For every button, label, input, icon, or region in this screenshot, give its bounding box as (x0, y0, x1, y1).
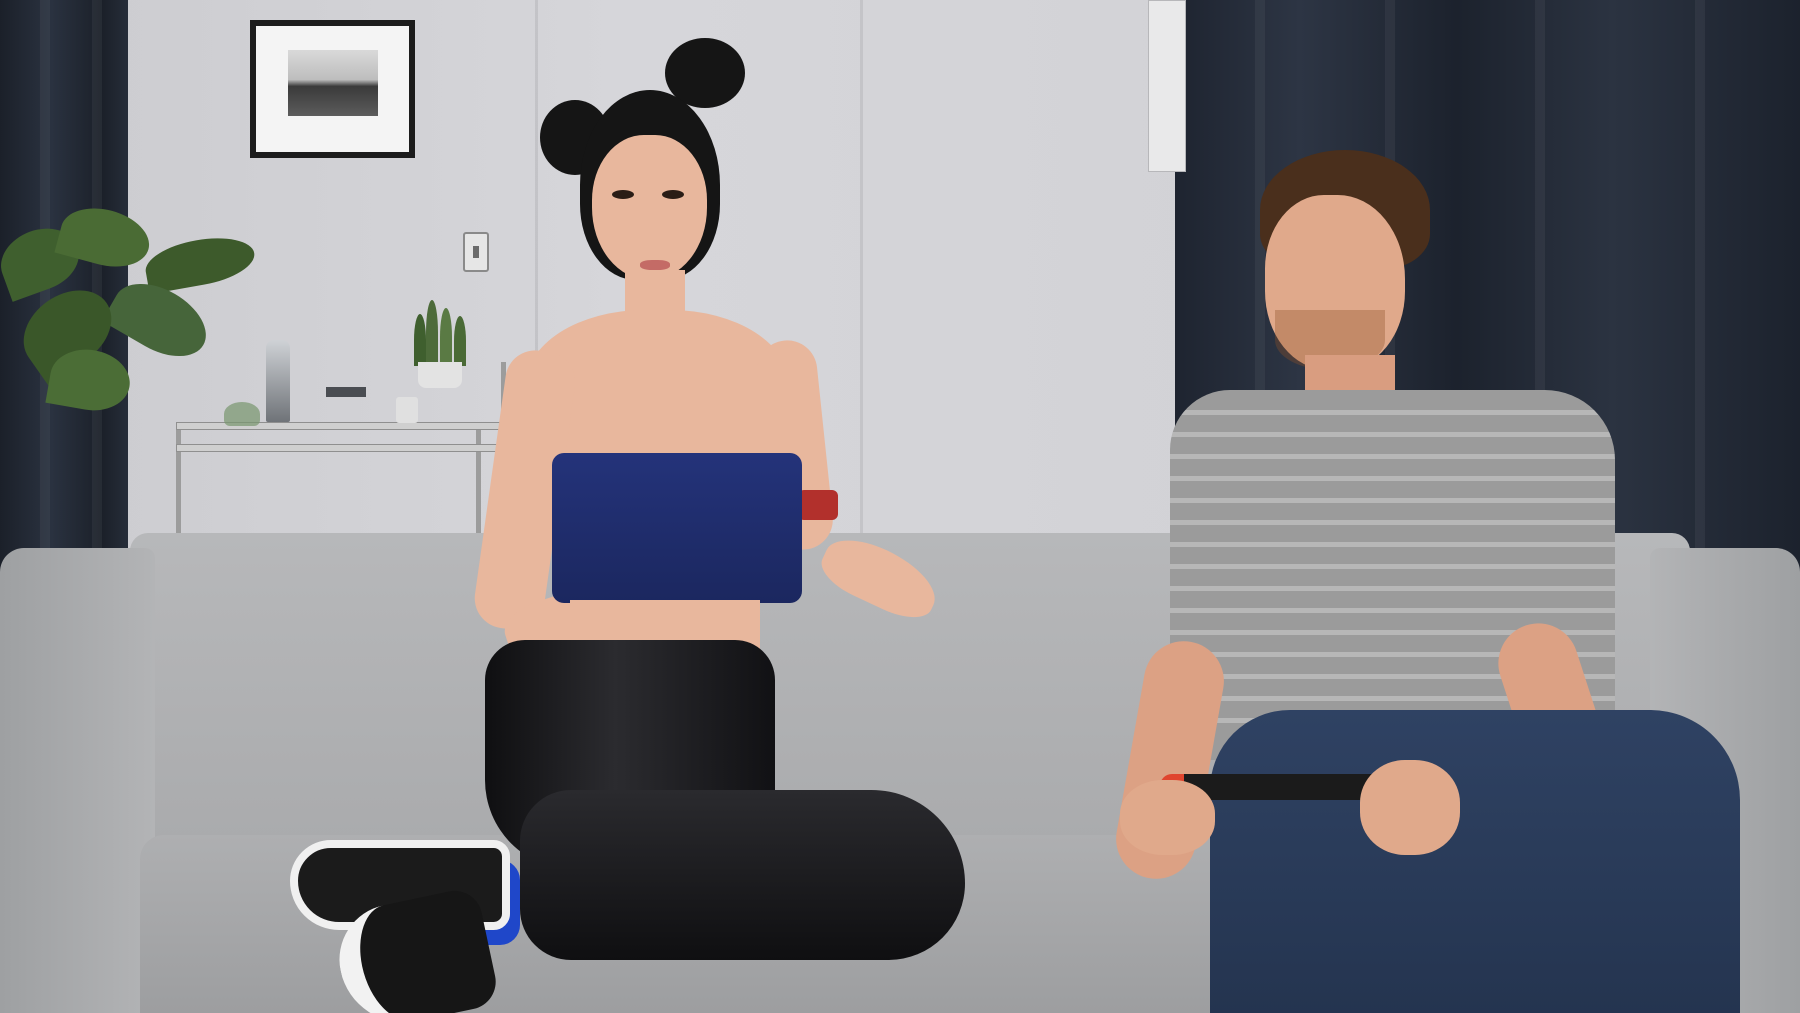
shelf-leg (176, 422, 181, 537)
shirt-stripe (1170, 542, 1615, 547)
shirt-stripe (1170, 608, 1615, 613)
right-hand (1360, 760, 1460, 855)
blue-tube-top (552, 453, 802, 603)
black-pants-leg (520, 790, 965, 960)
terrarium (224, 402, 260, 426)
shirt-stripe (1170, 454, 1615, 459)
eye (612, 190, 634, 199)
shirt-stripe (1170, 432, 1615, 437)
robot-figurine (266, 340, 290, 422)
mouth (640, 260, 670, 270)
plant-leaf (141, 230, 259, 295)
shirt-stripe (1170, 586, 1615, 591)
face (592, 135, 707, 280)
shirt-stripe (1170, 476, 1615, 481)
shirt-stripe (1170, 410, 1615, 415)
man-sitting (1090, 140, 1790, 1013)
right-hand (813, 527, 947, 628)
shirt-stripe (1170, 564, 1615, 569)
video-frame (0, 0, 1800, 1013)
left-hand (1120, 780, 1215, 855)
eye (662, 190, 684, 199)
blue-jeans (1210, 710, 1740, 1013)
couch-arm-left (0, 548, 155, 1013)
shirt-stripe (1170, 498, 1615, 503)
red-bandana (798, 490, 838, 520)
woman-sitting (290, 30, 990, 1013)
shirt-stripe (1170, 520, 1615, 525)
